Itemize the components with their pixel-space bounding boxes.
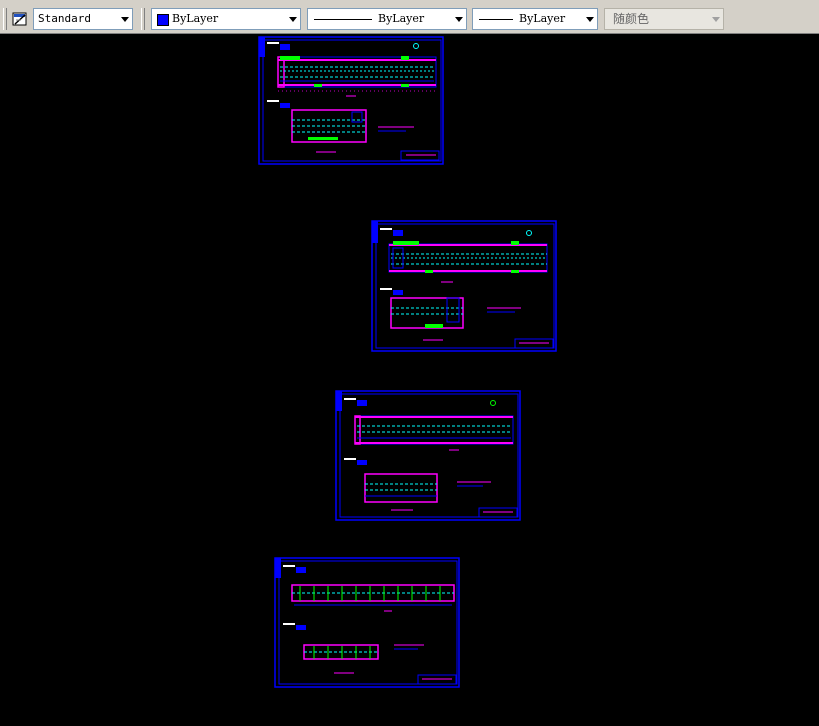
drawing-sheet-4[interactable] bbox=[274, 557, 460, 689]
linetype-control-value: ByLayer bbox=[378, 12, 425, 25]
chevron-down-icon bbox=[455, 17, 463, 22]
lineweight-control-value: ByLayer bbox=[519, 12, 566, 25]
text-style-select[interactable]: Standard bbox=[33, 8, 133, 30]
lineweight-sample bbox=[479, 19, 513, 20]
chevron-down-icon bbox=[586, 17, 594, 22]
drawing-sheet-1[interactable] bbox=[258, 36, 444, 166]
chevron-down-icon bbox=[289, 17, 297, 22]
color-swatch bbox=[157, 14, 169, 26]
text-style-value: Standard bbox=[38, 12, 91, 25]
toolbar-grip[interactable] bbox=[141, 8, 145, 30]
lineweight-control-select[interactable]: ByLayer bbox=[472, 8, 598, 30]
toolbar-grip[interactable] bbox=[3, 8, 7, 30]
properties-toolbar: Standard ByLayer ByLayer ByLayer 随颜色 bbox=[0, 0, 819, 34]
color-control-select[interactable]: ByLayer bbox=[151, 8, 301, 30]
drawing-sheet-2[interactable] bbox=[371, 220, 557, 353]
plotstyle-control-select: 随颜色 bbox=[604, 8, 724, 30]
linetype-sample bbox=[314, 19, 372, 20]
chevron-down-icon bbox=[712, 17, 720, 22]
plotstyle-control-value: 随颜色 bbox=[613, 12, 650, 26]
linetype-control-select[interactable]: ByLayer bbox=[307, 8, 467, 30]
chevron-down-icon bbox=[121, 17, 129, 22]
color-control-value: ByLayer bbox=[172, 12, 219, 25]
text-style-icon[interactable] bbox=[12, 11, 28, 27]
drawing-sheet-3[interactable] bbox=[335, 390, 521, 522]
